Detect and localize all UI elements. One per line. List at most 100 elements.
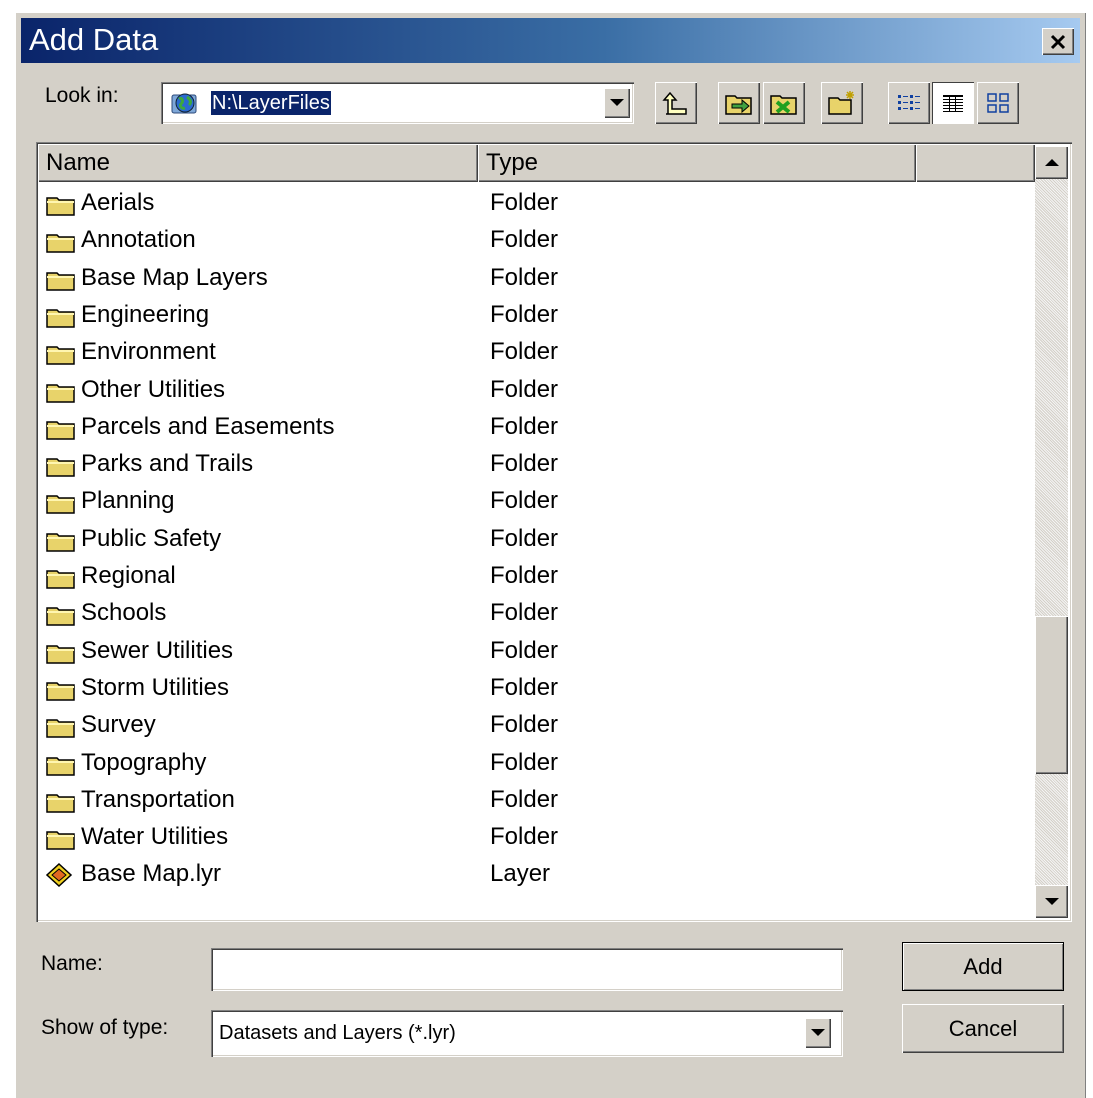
connect-to-folder-button[interactable] bbox=[718, 82, 760, 124]
thumbnails-view-button[interactable] bbox=[977, 82, 1019, 124]
item-name: Water Utilities bbox=[81, 823, 229, 851]
folder-icon bbox=[46, 607, 75, 627]
folder-row[interactable]: Environment Folder bbox=[38, 333, 1028, 370]
connect-folder-icon bbox=[725, 95, 752, 115]
item-type: Folder bbox=[490, 487, 559, 515]
show-of-type-combo[interactable]: Datasets and Layers (*.lyr) bbox=[211, 1010, 843, 1057]
item-name: Base Map Layers bbox=[81, 263, 268, 291]
chevron-down-icon bbox=[1044, 897, 1059, 905]
disconnect-folder-icon bbox=[770, 95, 797, 115]
column-header-type[interactable]: Type bbox=[478, 144, 916, 182]
item-name: Public Safety bbox=[81, 524, 222, 552]
up-one-level-button[interactable] bbox=[655, 82, 697, 124]
look-in-label: Look in: bbox=[45, 84, 119, 107]
chevron-down-icon bbox=[811, 1029, 825, 1036]
scroll-thumb[interactable] bbox=[1035, 616, 1068, 774]
disconnect-from-folder-button[interactable] bbox=[763, 82, 805, 124]
item-name: Planning bbox=[81, 487, 175, 515]
details-view-button[interactable] bbox=[932, 82, 974, 124]
folder-row[interactable]: Regional Folder bbox=[38, 557, 1028, 594]
folder-row[interactable]: Engineering Folder bbox=[38, 296, 1028, 333]
chevron-up-icon bbox=[1044, 158, 1059, 166]
globe-icon bbox=[171, 93, 197, 114]
folder-icon bbox=[46, 421, 75, 440]
item-type: Folder bbox=[490, 636, 559, 664]
show-of-type-value: Datasets and Layers (*.lyr) bbox=[219, 1022, 456, 1044]
name-input[interactable] bbox=[211, 948, 843, 991]
item-name: Topography bbox=[81, 748, 207, 776]
folder-row[interactable]: Sewer Utilities Folder bbox=[38, 632, 1028, 669]
folder-row[interactable]: Base Map Layers Folder bbox=[38, 259, 1028, 296]
item-type: Folder bbox=[490, 263, 559, 291]
folder-row[interactable]: Survey Folder bbox=[38, 706, 1028, 743]
cancel-button[interactable]: Cancel bbox=[902, 1004, 1064, 1053]
up-folder-icon bbox=[662, 91, 687, 115]
look-in-combo[interactable]: N:\LayerFiles bbox=[161, 82, 634, 124]
folder-icon bbox=[46, 644, 75, 664]
folder-icon bbox=[46, 532, 75, 552]
scroll-down-button[interactable] bbox=[1035, 885, 1068, 918]
item-type: Folder bbox=[490, 450, 559, 478]
add-button[interactable]: Add bbox=[902, 942, 1064, 991]
vertical-scrollbar[interactable] bbox=[1035, 146, 1068, 918]
item-name: Annotation bbox=[81, 226, 196, 254]
item-name: Engineering bbox=[81, 300, 210, 328]
item-name: Transportation bbox=[81, 785, 235, 813]
folder-icon bbox=[46, 831, 75, 850]
item-type: Folder bbox=[490, 823, 559, 851]
item-name: Storm Utilities bbox=[81, 673, 230, 701]
item-name: Aerials bbox=[81, 189, 155, 216]
folder-row[interactable]: Parks and Trails Folder bbox=[38, 445, 1028, 482]
folder-icon bbox=[46, 719, 75, 738]
folder-row[interactable]: Schools Folder bbox=[38, 594, 1028, 631]
folder-row[interactable]: Water Utilities Folder bbox=[38, 818, 1028, 855]
item-name: Sewer Utilities bbox=[81, 636, 234, 664]
scroll-up-button[interactable] bbox=[1035, 146, 1068, 179]
title-bar[interactable]: Add Data bbox=[21, 18, 1080, 63]
folder-row[interactable]: Parcels and Easements Folder bbox=[38, 408, 1028, 445]
column-header-extra[interactable] bbox=[916, 144, 1035, 182]
item-type: Layer bbox=[490, 860, 551, 888]
add-data-dialog: Add Data Look in: N:\LayerFiles Name Typ… bbox=[15, 12, 1086, 1098]
item-type: Folder bbox=[490, 524, 559, 552]
thumbnails-view-icon bbox=[987, 93, 1009, 113]
folder-icon bbox=[46, 794, 75, 813]
column-header-name[interactable]: Name bbox=[38, 144, 478, 182]
folder-icon bbox=[46, 458, 75, 477]
folder-icon bbox=[46, 383, 75, 403]
item-type: Folder bbox=[490, 785, 559, 813]
folder-icon bbox=[46, 346, 75, 365]
folder-row[interactable]: Aerials Folder bbox=[38, 184, 1028, 221]
folder-row[interactable]: Transportation Folder bbox=[38, 781, 1028, 818]
folder-row[interactable]: Other Utilities Folder bbox=[38, 371, 1028, 408]
folder-row[interactable]: Public Safety Folder bbox=[38, 520, 1028, 557]
details-view-icon bbox=[943, 95, 963, 112]
item-name: Regional bbox=[81, 562, 176, 589]
item-type: Folder bbox=[490, 226, 559, 254]
item-type: Folder bbox=[490, 748, 559, 776]
item-name: Base Map.lyr bbox=[81, 860, 222, 888]
item-type: Folder bbox=[490, 338, 559, 366]
layer-file-row[interactable]: Base Map.lyr Layer bbox=[38, 855, 1028, 892]
layer-file-icon bbox=[46, 863, 73, 888]
item-name: Parks and Trails bbox=[81, 450, 254, 478]
new-folder-button[interactable] bbox=[821, 82, 863, 124]
folder-icon bbox=[46, 570, 75, 589]
item-type: Folder bbox=[490, 711, 559, 739]
close-button[interactable] bbox=[1042, 28, 1074, 55]
item-name: Survey bbox=[81, 711, 156, 739]
folder-row[interactable]: Planning Folder bbox=[38, 482, 1028, 519]
look-in-dropdown-button[interactable] bbox=[604, 88, 630, 118]
item-type: Folder bbox=[490, 673, 559, 701]
folder-row[interactable]: Storm Utilities Folder bbox=[38, 669, 1028, 706]
folder-row[interactable]: Annotation Folder bbox=[38, 221, 1028, 258]
item-type: Folder bbox=[490, 300, 559, 328]
file-list[interactable]: Name Type Aerials Folder Annotation Folder B… bbox=[36, 142, 1072, 922]
item-type: Folder bbox=[490, 412, 559, 440]
folder-row[interactable]: Topography Folder bbox=[38, 744, 1028, 781]
item-type: Folder bbox=[490, 562, 559, 589]
show-of-type-dropdown-button[interactable] bbox=[805, 1018, 831, 1048]
list-view-button[interactable] bbox=[888, 82, 930, 124]
folder-icon bbox=[46, 756, 75, 776]
item-name: Parcels and Easements bbox=[81, 412, 335, 440]
